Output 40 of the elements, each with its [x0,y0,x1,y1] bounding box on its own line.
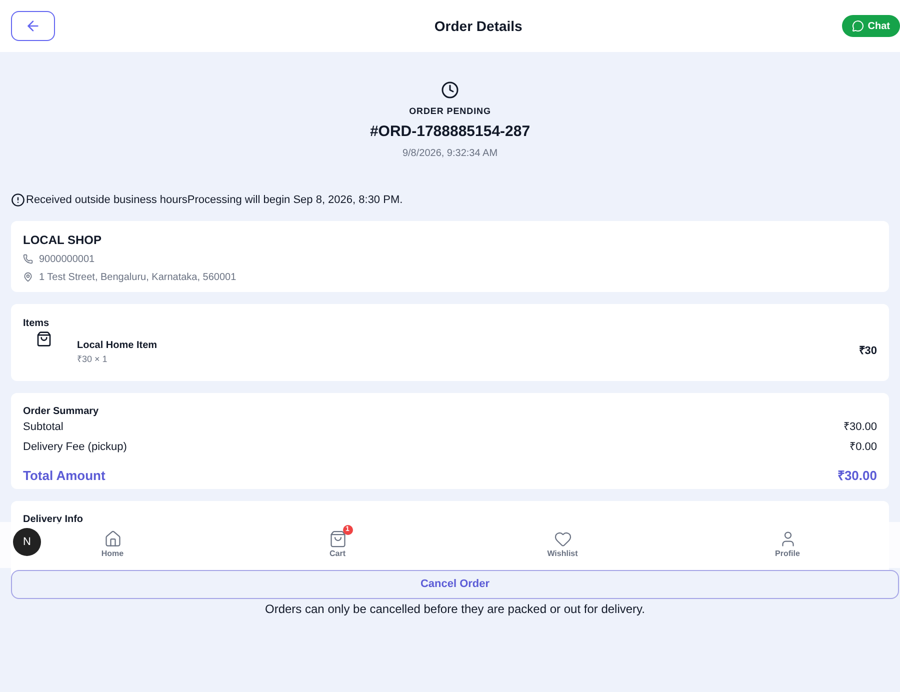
page-title: Order Details [434,16,522,36]
home-icon [104,530,122,548]
shop-address: 1 Test Street, Bengaluru, Karnataka, 560001 [39,270,236,284]
chat-button[interactable]: Chat [842,15,900,37]
nav-label: Profile [775,548,800,560]
alert-icon [11,193,25,208]
total-label: Total Amount [23,466,106,484]
summary-label: Subtotal [23,420,64,434]
location-pin-icon [23,272,33,282]
nav-item[interactable]: Wishlist [450,522,675,568]
business-hours-notice: Received outside business hoursProcessing will begin Sep 8, 2026, 8:30 PM. [26,193,403,208]
status-label: ORDER PENDING [409,105,491,118]
summary-label: Delivery Fee (pickup) [23,440,127,455]
summary-title: Order Summary [23,404,100,418]
delivery-title: Delivery Info [23,512,84,526]
cancel-order-button[interactable]: Cancel Order [11,570,899,599]
shop-phone: 9000000001 [39,252,95,266]
bag-icon [328,530,346,548]
back-icon [25,18,41,34]
chat-icon [852,20,864,32]
summary-value: ₹30.00 [843,420,877,434]
heart-icon [554,530,572,548]
phone-icon [23,254,33,264]
summary-value: ₹0.00 [850,440,877,455]
shop-name: LOCAL SHOP [23,232,102,248]
item-price: ₹30 [858,344,877,358]
order-date: 9/8/2026, 9:32:34 AM [402,147,498,161]
nav-label: Home [101,548,124,560]
total-value: ₹30.00 [837,466,877,484]
back-button[interactable] [11,11,55,41]
nav-label: Cart [329,548,346,560]
item-quantity: ₹30 × 1 [77,352,108,366]
item-name: Local Home Item [77,338,158,352]
items-title: Items [23,316,50,330]
nav-item[interactable]: Profile [675,522,900,568]
order-id: #ORD-1788885154-287 [370,122,530,142]
clock-icon [441,81,459,99]
nav-label: Wishlist [547,548,578,560]
bag-icon [36,330,52,346]
cancel-note: Orders can only be cancelled before they are packed or out for delivery. [265,601,645,618]
